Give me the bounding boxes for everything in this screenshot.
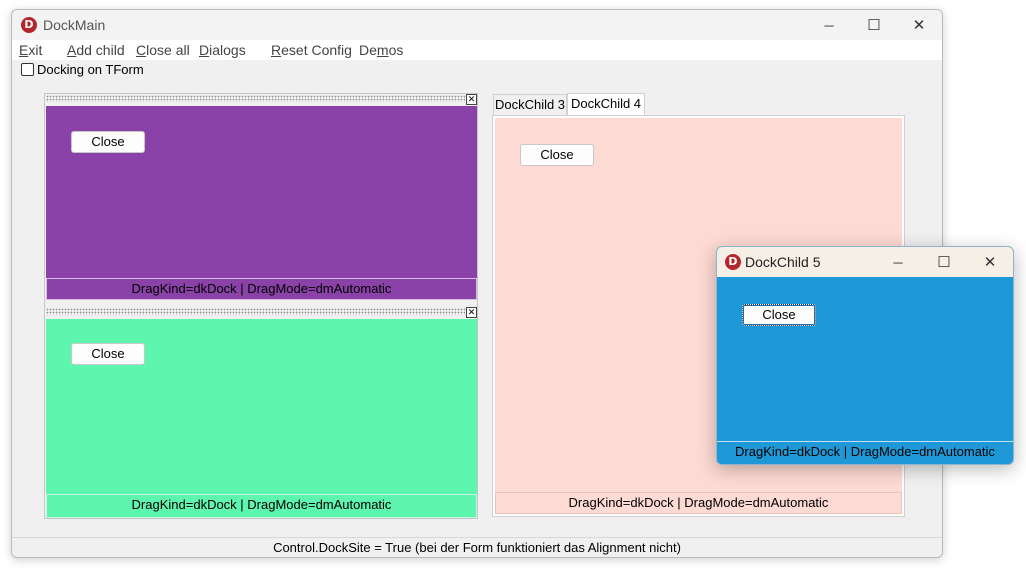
maximize-icon: ☐ <box>937 254 951 271</box>
minimize-icon: ─ <box>893 254 903 270</box>
dock-status-line: DragKind=dkDock | DragMode=dmAutomatic <box>46 494 477 518</box>
status-bar-text: Control.DockSite = True (bei der Form fu… <box>273 540 681 555</box>
app-logo-icon: D <box>21 17 37 33</box>
maximize-icon: ☐ <box>867 17 881 34</box>
dockchild-5-window: D DockChild 5 ─ ☐ ✕ Close DragKind=dkDoc… <box>716 246 1014 465</box>
window-title: DockMain <box>43 17 106 33</box>
close-button[interactable]: Close <box>71 131 145 153</box>
menu-close-all[interactable]: Close all <box>136 42 190 58</box>
main-title-bar[interactable]: D DockMain ─ ☐ ✕ <box>12 10 942 40</box>
dock-close-icon[interactable]: ✕ <box>466 94 477 105</box>
dock-grabber-1[interactable] <box>46 95 465 102</box>
close-button[interactable]: Close <box>71 343 145 365</box>
close-button[interactable]: Close <box>520 144 594 166</box>
maximize-button[interactable]: ☐ <box>851 10 897 40</box>
app-logo-icon: D <box>725 254 741 270</box>
close-icon: ✕ <box>983 254 997 271</box>
close-button[interactable]: ✕ <box>967 247 1013 277</box>
floating-window-title: DockChild 5 <box>745 254 821 270</box>
minimize-button[interactable]: ─ <box>806 10 852 40</box>
menu-dialogs[interactable]: Dialogs <box>199 42 246 58</box>
docking-checkbox[interactable] <box>21 63 34 76</box>
left-dock-site: ✕ Close DragKind=dkDock | DragMode=dmAut… <box>44 93 478 519</box>
dock-grabber-2[interactable] <box>46 308 465 315</box>
floating-title-bar[interactable]: D DockChild 5 ─ ☐ ✕ <box>717 247 1013 277</box>
docking-checkbox-label[interactable]: Docking on TForm <box>37 62 144 77</box>
minimize-button[interactable]: ─ <box>875 247 921 277</box>
menu-exit[interactable]: Exit <box>19 42 42 58</box>
dock-status-line: DragKind=dkDock | DragMode=dmAutomatic <box>495 492 902 514</box>
dock-panel-purple: Close <box>46 106 477 278</box>
tab-dockchild-4[interactable]: DockChild 4 <box>567 93 645 116</box>
close-icon: ✕ <box>912 17 926 34</box>
menu-bar: Exit Add child Close all Dialogs Reset C… <box>12 40 942 60</box>
tab-dockchild-3[interactable]: DockChild 3 <box>493 94 567 115</box>
dock-status-line: DragKind=dkDock | DragMode=dmAutomatic <box>46 278 477 300</box>
close-button[interactable]: Close <box>742 304 816 326</box>
menu-add-child[interactable]: Add child <box>67 42 125 58</box>
status-bar: Control.DockSite = True (bei der Form fu… <box>12 537 942 557</box>
maximize-button[interactable]: ☐ <box>921 247 967 277</box>
close-button[interactable]: ✕ <box>896 10 942 40</box>
dock-panel-green: Close <box>46 319 477 494</box>
menu-demos[interactable]: Demos <box>359 42 403 58</box>
minimize-icon: ─ <box>824 17 834 33</box>
dock-close-icon[interactable]: ✕ <box>466 307 477 318</box>
menu-reset-config[interactable]: Reset Config <box>271 42 352 58</box>
dock-status-line: DragKind=dkDock | DragMode=dmAutomatic <box>717 441 1013 464</box>
